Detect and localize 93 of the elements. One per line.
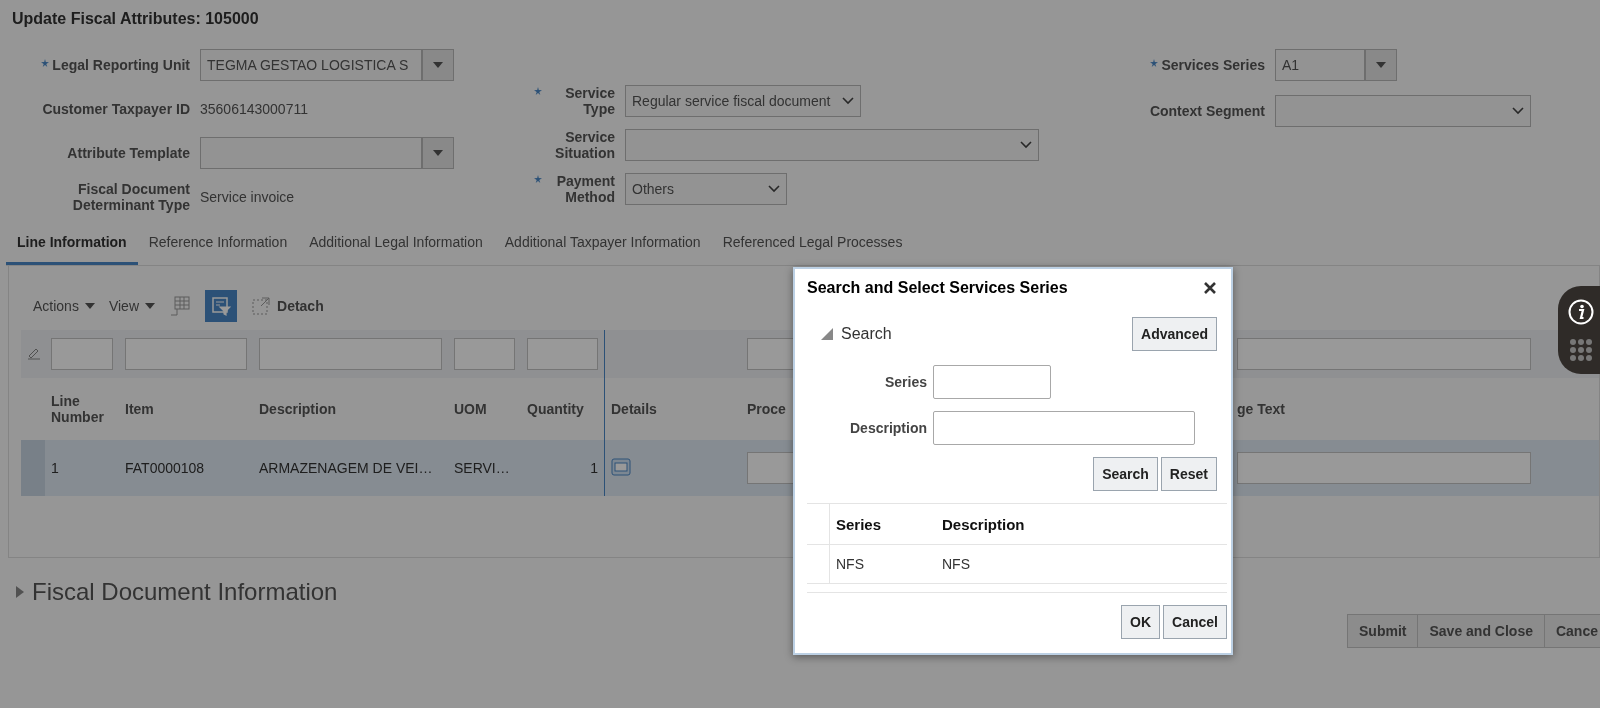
menu-button[interactable]: View <box>108 298 155 314</box>
freeze-table-icon[interactable] <box>169 295 191 317</box>
filter-field[interactable] <box>1237 338 1531 370</box>
action-button[interactable]: Cance <box>1543 614 1600 648</box>
select-field[interactable]: Regular service fiscal document <box>625 85 861 117</box>
triangle-down-icon <box>1376 62 1386 68</box>
select-field[interactable]: Others <box>625 173 787 205</box>
input-field[interactable] <box>933 411 1195 445</box>
select-field[interactable] <box>625 129 1039 161</box>
dropdown-button[interactable] <box>422 49 454 81</box>
field-label: Customer Taxpayer ID <box>42 101 190 117</box>
tab[interactable]: Line Information <box>6 226 138 265</box>
field-label: Series <box>883 374 927 390</box>
field-label: Attribute Template <box>67 145 190 161</box>
dialog-title: Search and Select Services Series <box>807 279 1068 297</box>
field-value: 35606143000711 <box>200 101 308 117</box>
table-cell: 1 <box>590 460 598 476</box>
required-icon <box>1150 59 1159 67</box>
chevron-down-icon <box>768 185 780 193</box>
column-header[interactable]: Proce <box>747 401 786 417</box>
dialog-button[interactable]: Cancel <box>1163 605 1227 639</box>
expand-triangle-icon[interactable] <box>16 586 24 598</box>
table-cell: 1 <box>51 460 59 476</box>
grid-dots-icon[interactable] <box>1570 339 1592 361</box>
field-label: Context Segment <box>1149 103 1265 119</box>
filter-field[interactable] <box>527 338 598 370</box>
required-icon <box>534 175 542 183</box>
detach-button[interactable]: Detach <box>251 296 324 316</box>
details-icon[interactable] <box>611 457 631 476</box>
column-header[interactable]: Line Number <box>51 393 113 425</box>
column-header[interactable]: Description <box>942 515 1025 533</box>
field-label: Description <box>849 420 927 436</box>
column-header[interactable]: Description <box>259 401 336 417</box>
tab[interactable]: Referenced Legal Processes <box>711 226 914 265</box>
tab[interactable]: Reference Information <box>137 226 299 265</box>
help-widget[interactable] <box>1558 286 1600 374</box>
field-label: Services Series <box>1161 57 1265 73</box>
input-field[interactable] <box>1237 452 1531 484</box>
close-icon[interactable] <box>1203 281 1217 295</box>
column-header[interactable]: UOM <box>454 401 487 417</box>
section-header[interactable]: Fiscal Document Information <box>32 578 338 606</box>
search-form-button[interactable]: Reset <box>1160 457 1217 491</box>
advanced-button[interactable]: Advanced <box>1132 317 1217 351</box>
field-label: Fiscal Document Determinant Type <box>71 181 190 213</box>
filter-field[interactable] <box>259 338 442 370</box>
triangle-down-icon <box>84 303 95 309</box>
tab[interactable]: Additional Legal Information <box>298 226 494 265</box>
lov-input-field[interactable]: TEGMA GESTAO LOGISTICA S <box>200 49 422 81</box>
chevron-down-icon <box>1512 107 1524 115</box>
filter-field[interactable] <box>125 338 247 370</box>
field-label: Service Situation <box>554 129 615 161</box>
triangle-down-icon <box>433 62 443 68</box>
dialog-button[interactable]: OK <box>1121 605 1161 639</box>
lov-input-field[interactable] <box>200 137 422 169</box>
table-cell: NFS <box>836 556 864 572</box>
table-cell: FAT0000108 <box>125 460 205 476</box>
field-value: Service invoice <box>200 189 295 205</box>
info-icon[interactable] <box>1568 299 1594 325</box>
dropdown-button[interactable] <box>1365 49 1397 81</box>
detach-icon <box>251 296 271 316</box>
column-header[interactable]: Series <box>836 515 882 533</box>
table-cell: SERVI… <box>454 460 510 476</box>
filter-icon <box>211 296 231 316</box>
column-header[interactable]: Quantity <box>527 401 584 417</box>
field-label: Payment Method <box>555 173 615 205</box>
action-button[interactable]: Save and Close <box>1417 614 1545 648</box>
column-header[interactable]: Item <box>125 401 154 417</box>
table-cell: NFS <box>942 556 970 572</box>
table-cell: ARMAZENAGEM DE VEI… <box>259 460 433 476</box>
required-icon <box>534 87 542 95</box>
chevron-down-icon <box>842 97 854 105</box>
action-button[interactable]: Submit <box>1347 614 1419 648</box>
select-field[interactable] <box>1275 95 1531 127</box>
column-header[interactable]: ge Text <box>1237 401 1285 417</box>
field-label: Service Type <box>564 85 615 117</box>
page-title: Update Fiscal Attributes: 105000 <box>12 10 260 28</box>
input-field[interactable] <box>933 365 1051 399</box>
required-icon <box>41 59 50 67</box>
column-header[interactable]: Details <box>611 401 657 417</box>
query-by-example-button[interactable] <box>205 290 237 322</box>
filter-field[interactable] <box>454 338 515 370</box>
collapse-triangle-icon[interactable] <box>821 328 833 340</box>
lov-input-field[interactable]: A1 <box>1275 49 1365 81</box>
filter-field[interactable] <box>51 338 113 370</box>
search-form-button[interactable]: Search <box>1093 457 1158 491</box>
tab[interactable]: Additional Taxpayer Information <box>493 226 712 265</box>
dropdown-button[interactable] <box>422 137 454 169</box>
chevron-down-icon <box>1020 141 1032 149</box>
triangle-down-icon <box>433 150 443 156</box>
triangle-down-icon <box>145 303 155 309</box>
menu-button[interactable]: Actions <box>33 298 95 314</box>
search-section-header[interactable]: Search <box>841 325 892 343</box>
field-label: Legal Reporting Unit <box>52 57 190 73</box>
